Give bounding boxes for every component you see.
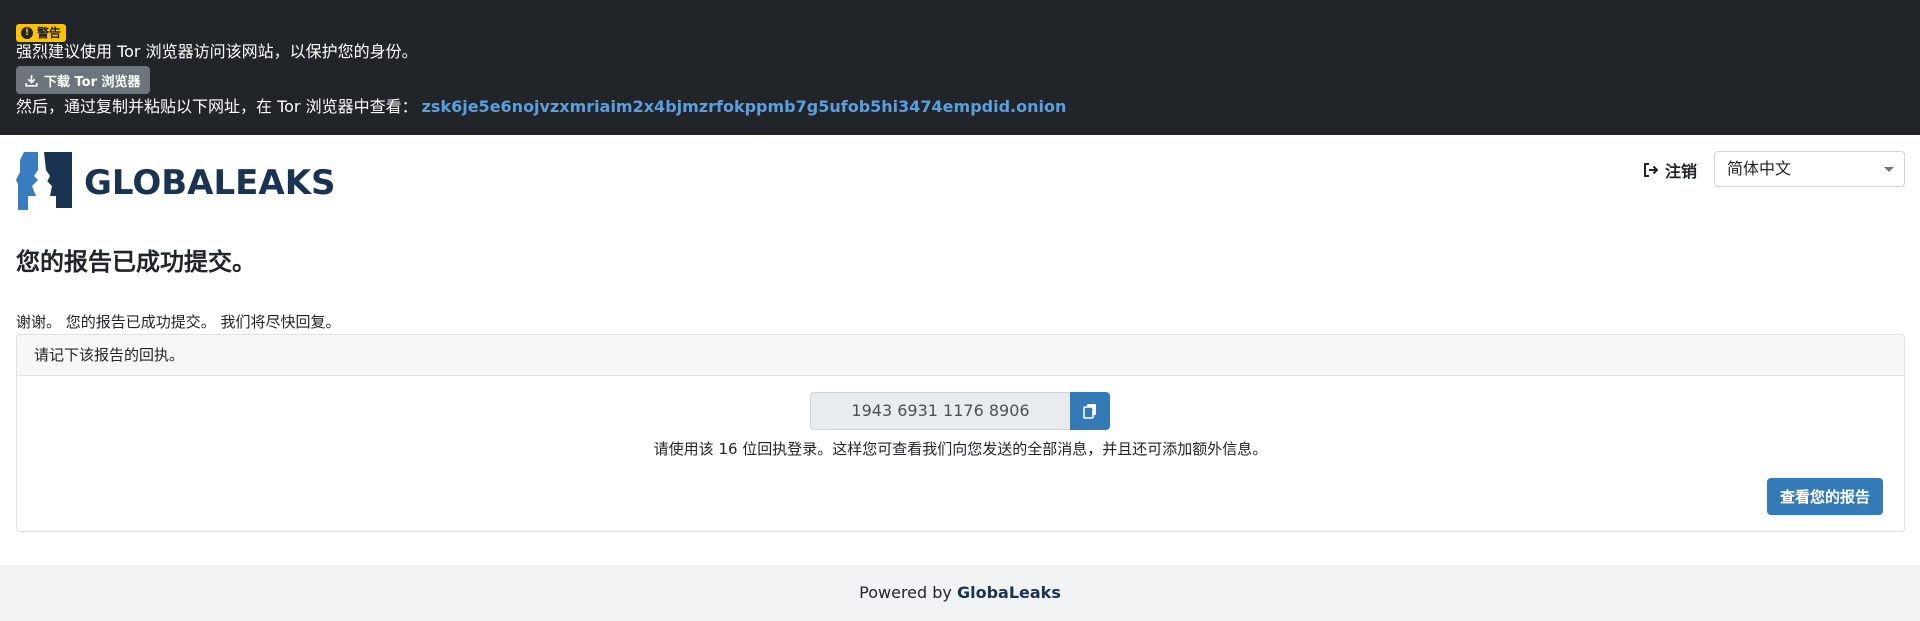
tor-recommendation-text: 强烈建议使用 Tor 浏览器访问该网站，以保护您的身份。 <box>16 42 418 61</box>
logout-button[interactable]: 注销 <box>1643 158 1697 182</box>
tor-instructions: 然后，通过复制并粘贴以下网址，在 Tor 浏览器中查看： zsk6je5e6noj… <box>16 97 1066 117</box>
sign-out-icon <box>1644 163 1659 177</box>
tor-instructions-text: 然后，通过复制并粘贴以下网址，在 Tor 浏览器中查看： <box>16 97 418 116</box>
download-tor-label: 下载 Tor 浏览器 <box>44 74 141 90</box>
thanks-message: 谢谢。 您的报告已成功提交。 我们将尽快回复。 <box>16 313 341 331</box>
logo-faces-icon <box>16 152 72 210</box>
download-icon <box>25 74 38 87</box>
globaleaks-logo[interactable]: GLOBALEAKS <box>16 150 338 210</box>
receipt-card: 请记下该报告的回执。 1943 6931 1176 8906 请使用该 16 位… <box>16 334 1905 532</box>
download-tor-button[interactable]: 下载 Tor 浏览器 <box>16 66 150 94</box>
warning-badge: ! 警告 <box>16 24 67 42</box>
receipt-code-field[interactable]: 1943 6931 1176 8906 <box>810 392 1070 430</box>
language-selected-value: 简体中文 <box>1727 159 1792 178</box>
footer-brand-link[interactable]: GlobaLeaks <box>957 583 1061 602</box>
onion-address-link[interactable]: zsk6je5e6nojvzxmriaim2x4bjmzrfokppmb7g5u… <box>422 97 1067 116</box>
receipt-card-header: 请记下该报告的回执。 <box>17 335 1904 376</box>
page-title: 您的报告已成功提交。 <box>16 248 256 276</box>
copy-icon <box>1083 404 1096 419</box>
copy-receipt-button[interactable] <box>1070 392 1110 430</box>
view-report-button[interactable]: 查看您的报告 <box>1766 478 1883 515</box>
logout-label: 注销 <box>1665 162 1698 181</box>
warning-icon: ! <box>21 27 33 39</box>
receipt-input-group: 1943 6931 1176 8906 <box>810 392 1110 430</box>
logo-wordmark: GLOBALEAKS <box>84 163 336 203</box>
footer: Powered by GlobaLeaks <box>0 565 1920 621</box>
tor-warning-banner: ! 警告 强烈建议使用 Tor 浏览器访问该网站，以保护您的身份。 下载 Tor… <box>0 0 1920 135</box>
chevron-down-icon <box>1884 167 1894 172</box>
powered-by-text: Powered by <box>859 583 952 602</box>
language-select[interactable]: 简体中文 <box>1714 151 1905 187</box>
warning-badge-label: 警告 <box>37 26 62 40</box>
receipt-help-text: 请使用该 16 位回执登录。这样您可查看我们向您发送的全部消息，并且还可添加额外… <box>653 440 1268 458</box>
